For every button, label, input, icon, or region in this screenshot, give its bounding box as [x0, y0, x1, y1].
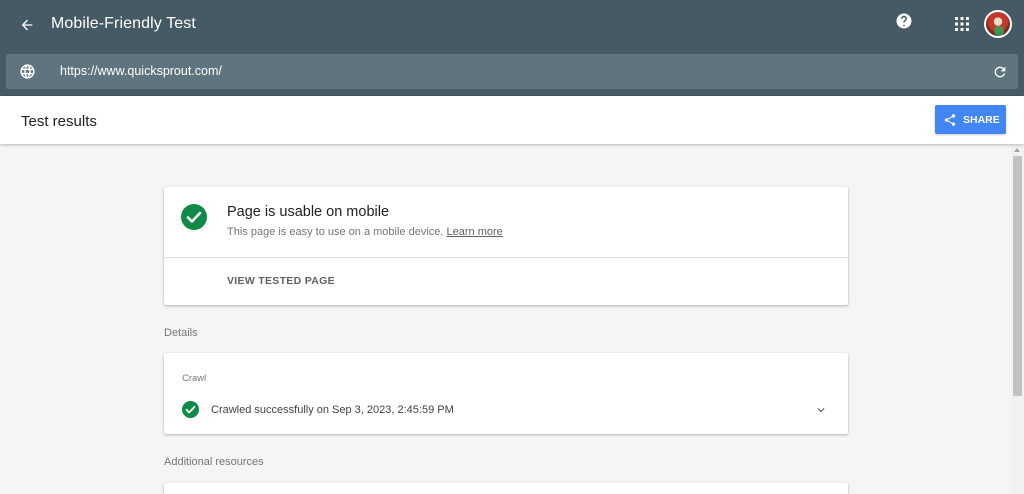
url-input[interactable]: https://www.quicksprout.com/ — [60, 64, 222, 78]
apps-grid-icon — [955, 17, 969, 31]
crawl-status: Crawled successfully on Sep 3, 2023, 2:4… — [211, 404, 454, 416]
share-icon — [944, 113, 956, 126]
user-avatar[interactable] — [984, 10, 1012, 38]
share-button[interactable]: SHARE — [935, 105, 1006, 134]
arrow-back-icon — [21, 19, 33, 31]
learn-more-link[interactable]: Learn more — [447, 226, 503, 238]
page-title: Test results — [21, 113, 97, 130]
globe-icon — [20, 64, 35, 79]
chevron-down-icon[interactable] — [814, 403, 828, 417]
help-icon — [896, 13, 912, 29]
top-app-bar: Mobile-Friendly Test https://www.quicksp… — [0, 0, 1024, 96]
additional-resources-card — [164, 483, 848, 494]
url-bar[interactable]: https://www.quicksprout.com/ — [6, 54, 1018, 89]
app-title: Mobile-Friendly Test — [51, 15, 196, 32]
share-label: SHARE — [963, 113, 1000, 126]
usability-result-card: Page is usable on mobile This page is ea… — [164, 187, 848, 305]
scrollbar[interactable] — [1011, 145, 1024, 494]
additional-resources-label: Additional resources — [164, 456, 264, 468]
check-circle-icon — [181, 204, 207, 230]
scroll-up-arrow-icon[interactable] — [1014, 148, 1020, 152]
usability-description-text: This page is easy to use on a mobile dev… — [227, 226, 444, 238]
crawl-card[interactable]: Crawl Crawled successfully on Sep 3, 202… — [164, 353, 848, 434]
details-section-label: Details — [164, 327, 198, 339]
usability-title: Page is usable on mobile — [227, 204, 390, 220]
reload-icon[interactable] — [992, 64, 1008, 80]
back-button[interactable] — [14, 12, 40, 38]
apps-button[interactable] — [951, 13, 973, 35]
usability-description: This page is easy to use on a mobile dev… — [227, 226, 503, 238]
card-divider — [164, 257, 848, 258]
check-circle-icon — [182, 401, 199, 418]
results-header: Test results SHARE — [0, 96, 1024, 144]
help-button[interactable] — [893, 10, 915, 32]
crawl-label: Crawl — [182, 373, 207, 384]
scrollbar-thumb[interactable] — [1013, 156, 1022, 396]
view-tested-page-button[interactable]: VIEW TESTED PAGE — [227, 275, 335, 287]
